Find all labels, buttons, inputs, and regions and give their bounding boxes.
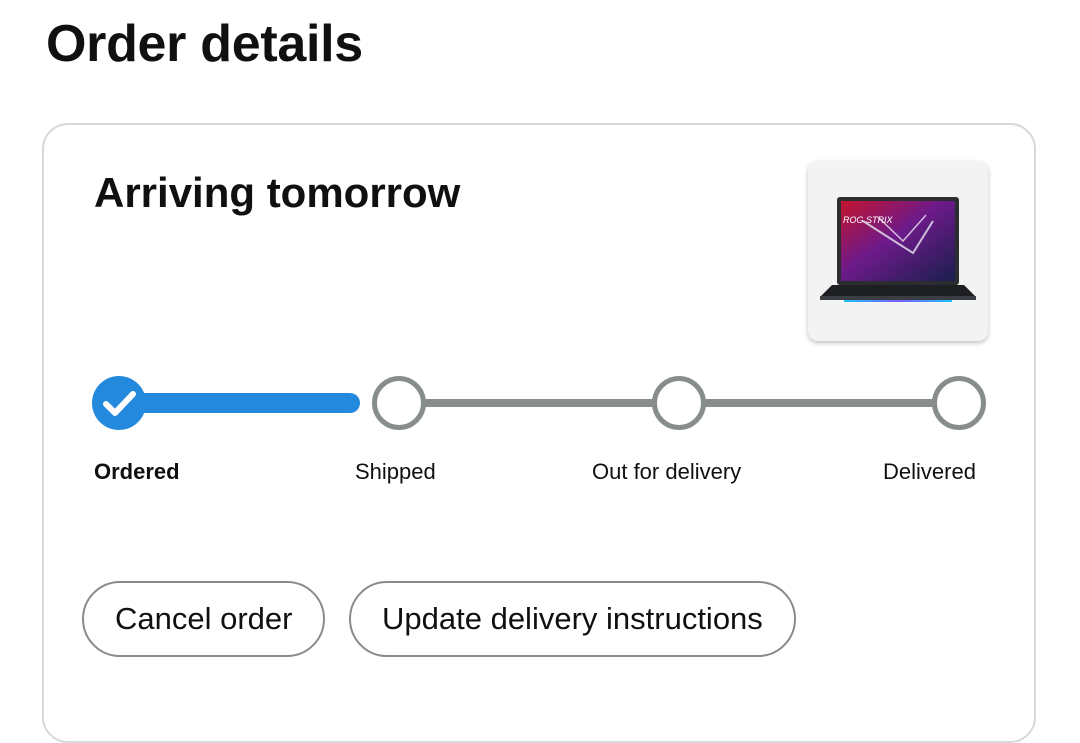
page-title: Order details — [46, 15, 363, 73]
delivery-status-heading: Arriving tomorrow — [94, 169, 461, 216]
progress-track-fill — [112, 393, 360, 413]
update-delivery-instructions-button[interactable]: Update delivery instructions — [349, 581, 796, 657]
step-out-for-delivery-indicator — [652, 376, 706, 430]
step-shipped-indicator — [372, 376, 426, 430]
cancel-order-button[interactable]: Cancel order — [82, 581, 326, 657]
step-ordered-label: Ordered — [94, 459, 180, 484]
step-delivered-label: Delivered — [883, 459, 976, 484]
step-delivered-indicator — [932, 376, 986, 430]
step-shipped-label: Shipped — [355, 459, 436, 484]
step-out-for-delivery-label: Out for delivery — [592, 459, 742, 484]
product-image[interactable]: ROG STRIX — [808, 161, 988, 341]
product-image-brand: ROG STRIX — [843, 215, 894, 225]
delivery-progress-tracker — [92, 375, 992, 435]
laptop-image: ROG STRIX — [820, 197, 976, 302]
checkmark-icon — [103, 391, 136, 416]
order-status-card: Arriving tomorrow ROG STRIX Ordered Ship… — [42, 123, 1036, 743]
step-ordered-indicator — [92, 376, 146, 430]
